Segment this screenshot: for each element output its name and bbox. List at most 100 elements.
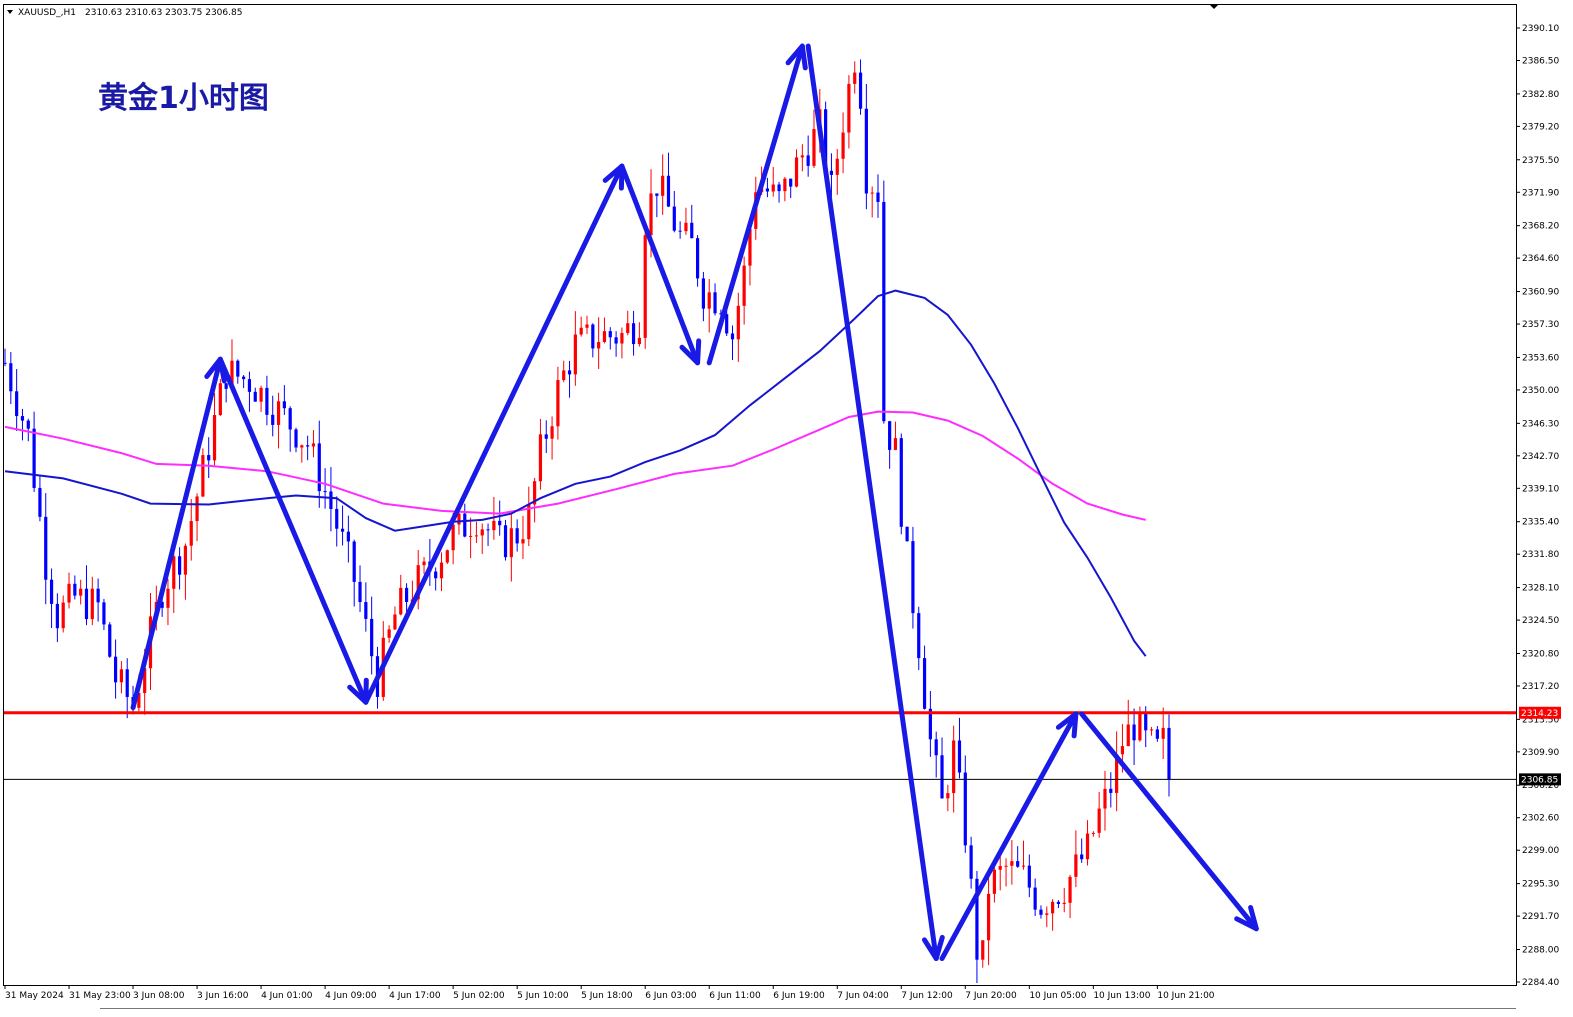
price-tick-label: 2320.80: [1522, 649, 1559, 659]
price-tick-label: 2317.20: [1522, 682, 1559, 692]
candle-body: [1103, 788, 1107, 809]
candle-body: [870, 192, 874, 194]
candle-body: [1039, 909, 1043, 915]
candle-body: [265, 387, 269, 415]
price-tick-label: 2382.80: [1522, 90, 1559, 100]
time-tick-label: 6 Jun 03:00: [645, 991, 697, 1001]
price-tick-label: 2288.00: [1522, 946, 1559, 956]
candle-body: [358, 581, 362, 603]
candle-body: [469, 535, 473, 537]
time-tick-label: 7 Jun 04:00: [837, 991, 889, 1001]
price-tick-label: 2309.90: [1522, 748, 1559, 758]
price-tick-label: 2335.40: [1522, 518, 1559, 528]
candle-body: [55, 603, 59, 629]
time-tick-label: 6 Jun 11:00: [709, 991, 761, 1001]
candle-body: [492, 520, 496, 531]
candle-body: [480, 529, 484, 536]
candle-body: [957, 740, 962, 773]
candle-body: [422, 561, 426, 566]
time-tick-label: 4 Jun 17:00: [389, 991, 441, 1001]
time-tick-label: 31 May 2024: [5, 991, 64, 1001]
candle-body: [893, 438, 898, 450]
candle-body: [15, 391, 19, 417]
candle-body: [888, 421, 892, 450]
candle-body: [649, 193, 653, 236]
candle-body: [579, 327, 583, 335]
candle-body: [765, 188, 770, 192]
price-label-text: 2306.85: [1521, 775, 1558, 785]
candle-body: [1074, 854, 1078, 877]
candle-body: [742, 265, 746, 306]
candle-body: [90, 588, 94, 620]
candle-body: [946, 793, 950, 799]
time-tick-label: 10 Jun 05:00: [1029, 991, 1086, 1001]
chart-area[interactable]: XAUUSD_,H1 2310.63 2310.63 2303.75 2306.…: [0, 0, 1573, 1013]
candle-body: [178, 556, 182, 575]
time-tick-label: 5 Jun 10:00: [517, 991, 569, 1001]
candle-body: [922, 658, 927, 709]
price-tick-label: 2390.10: [1522, 24, 1559, 34]
candle-body: [329, 491, 333, 509]
price-tick-label: 2368.20: [1522, 222, 1559, 232]
price-label-text: 2314.23: [1521, 709, 1558, 719]
candle-body: [463, 513, 467, 537]
candle-body: [806, 155, 810, 166]
candle-body: [1120, 746, 1125, 755]
time-tick-label: 10 Jun 13:00: [1093, 991, 1150, 1001]
time-tick-label: 5 Jun 18:00: [581, 991, 633, 1001]
candle-body: [503, 525, 508, 558]
candle-body: [32, 428, 36, 488]
price-tick-label: 2299.00: [1522, 846, 1559, 856]
candle-body: [282, 401, 286, 409]
candle-body: [73, 583, 77, 596]
candle-body: [474, 535, 479, 537]
price-tick-label: 2284.40: [1522, 978, 1559, 988]
candle-body: [1132, 724, 1136, 741]
candle-body: [736, 305, 740, 340]
chart-title: 黄金1小时图: [98, 81, 269, 116]
candle-body: [905, 526, 909, 542]
candle-body: [1056, 901, 1061, 904]
candle-body: [306, 445, 310, 447]
price-tick-label: 2375.50: [1522, 156, 1559, 166]
candle-body: [183, 545, 188, 575]
candle-body: [1062, 902, 1066, 904]
candle-body: [969, 845, 973, 879]
candle-body: [20, 416, 25, 421]
price-tick-label: 2386.50: [1522, 56, 1559, 66]
candle-body: [189, 521, 193, 546]
candle-body: [597, 341, 601, 349]
time-tick-label: 10 Jun 21:00: [1157, 991, 1214, 1001]
time-tick-label: 3 Jun 08:00: [133, 991, 185, 1001]
candle-body: [800, 155, 804, 158]
candle-body: [637, 337, 641, 345]
candle-body: [992, 869, 996, 894]
candle-body: [643, 235, 647, 338]
candle-body: [725, 314, 729, 334]
candle-body: [207, 455, 211, 461]
candle-body: [1085, 833, 1090, 860]
candle-body: [300, 445, 304, 448]
candle-body: [829, 170, 834, 175]
candle-body: [61, 602, 65, 629]
candle-body: [841, 132, 845, 159]
candle-body: [556, 380, 560, 427]
candle-body: [451, 524, 455, 551]
candle-body: [1109, 788, 1113, 793]
candle-body: [1068, 876, 1072, 903]
candle-body: [201, 455, 205, 497]
price-chart[interactable]: XAUUSD_,H1 2310.63 2310.63 2303.75 2306.…: [0, 0, 1573, 1013]
price-tick-label: 2324.50: [1522, 616, 1559, 626]
candle-body: [864, 108, 868, 194]
time-tick-label: 6 Jun 19:00: [773, 991, 825, 1001]
candle-body: [323, 491, 327, 493]
candle-body: [247, 379, 252, 392]
candle-body: [771, 184, 775, 192]
candle-body: [608, 331, 612, 338]
price-tick-label: 2371.90: [1522, 188, 1559, 198]
candle-body: [294, 429, 298, 448]
candle-body: [1149, 729, 1154, 731]
time-tick-label: 5 Jun 02:00: [453, 991, 505, 1001]
price-tick-label: 2342.70: [1522, 452, 1559, 462]
candle-body: [777, 184, 781, 192]
